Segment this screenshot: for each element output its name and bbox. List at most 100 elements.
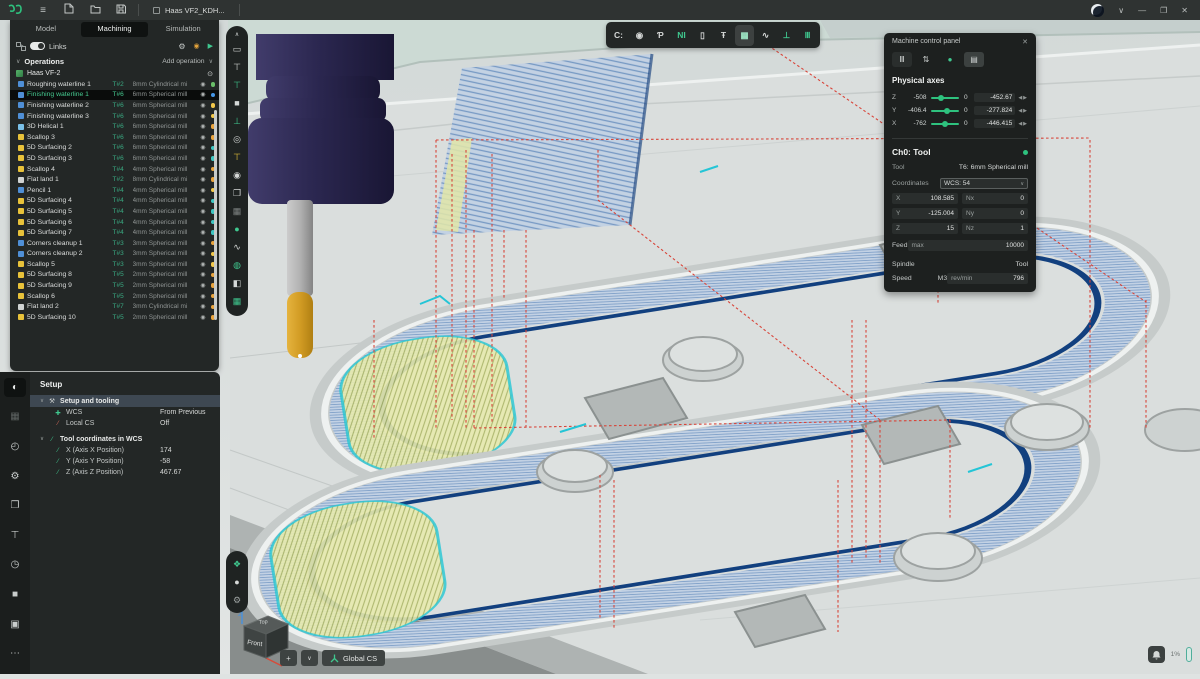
operation-row[interactable]: Flat land 1 T#2 8mm Cylindrical mi ◉	[10, 174, 219, 185]
frames-nav-icon[interactable]: ❐	[4, 496, 26, 515]
coordinate-row[interactable]: ∕ Y (Axis Y Position) -58	[30, 456, 220, 467]
setup-property-row[interactable]: ✚ WCS From Previous	[30, 407, 220, 418]
operation-row[interactable]: 5D Surfacing 6 T#4 4mm Spherical mill ◉	[10, 217, 219, 228]
add-operation-button[interactable]: Add operation	[162, 58, 204, 65]
tools-nav-icon[interactable]: ⊤	[4, 526, 26, 545]
speed-value-chip[interactable]: rev/min796	[947, 273, 1028, 284]
machine-control-icon[interactable]: ▦	[735, 25, 754, 46]
tool-visibility-icon[interactable]: ⊤	[226, 58, 248, 76]
tool-assembly-icon[interactable]: Ŧ	[714, 25, 733, 46]
new-file-icon[interactable]	[56, 3, 82, 17]
tab-model[interactable]: Model	[12, 22, 80, 37]
feed-value-chip[interactable]: max10000	[908, 240, 1029, 251]
visibility-eye-icon[interactable]: ◉	[199, 271, 208, 278]
visibility-eye-icon[interactable]: ◉	[199, 113, 208, 120]
restore-button[interactable]: ❐	[1160, 6, 1167, 15]
operation-row[interactable]: Scallop 3 T#6 6mm Spherical mill ◉	[10, 132, 219, 143]
document-tab[interactable]: Haas VF2_KDH...	[143, 0, 235, 20]
axis-step-buttons[interactable]: ◀▶	[1018, 121, 1028, 127]
toolpath-visibility-icon[interactable]: ⊤	[226, 76, 248, 94]
user-avatar[interactable]	[1091, 4, 1104, 17]
normal-chip[interactable]: Nz1	[962, 223, 1028, 234]
statistics-icon[interactable]: Ⅲ	[798, 25, 817, 46]
mcp-status-tab[interactable]: ●	[940, 52, 960, 67]
axis-chip[interactable]: Y-125.004	[892, 208, 958, 219]
operation-row[interactable]: Flat land 2 T#7 3mm Cylindrical mi ◉	[10, 301, 219, 312]
visibility-eye-icon[interactable]: ◉	[199, 166, 208, 173]
axis-slider[interactable]	[931, 97, 959, 99]
operation-row[interactable]: 5D Surfacing 9 T#5 2mm Spherical mill ◉	[10, 280, 219, 291]
visibility-eye-icon[interactable]: ◉	[199, 144, 208, 151]
material-removal-icon[interactable]: ◍	[226, 256, 248, 274]
operation-row[interactable]: Scallop 4 T#4 4mm Spherical mill ◉	[10, 164, 219, 175]
mcp-jog-tab[interactable]: ⇅	[916, 52, 936, 67]
visibility-eye-icon[interactable]: ◉	[199, 155, 208, 162]
machine-tree-item[interactable]: Haas VF-2 ⊙	[10, 68, 219, 79]
machine-code-icon[interactable]: C:	[609, 25, 628, 46]
save-icon[interactable]	[108, 4, 134, 17]
axis-position-value[interactable]: -277.824	[974, 106, 1015, 115]
app-logo[interactable]	[0, 4, 30, 16]
axis-step-buttons[interactable]: ◀▶	[1018, 108, 1028, 114]
collision-check-icon[interactable]: ●	[226, 220, 248, 238]
wcs-select[interactable]: WCS: 54 ∨	[940, 178, 1028, 189]
minimize-button[interactable]: —	[1138, 6, 1146, 15]
machine-nav-icon[interactable]: ▦	[4, 408, 26, 427]
mcp-registers-tab[interactable]: ▤	[964, 52, 984, 67]
visibility-eye-icon[interactable]: ◉	[199, 261, 208, 268]
add-cs-button[interactable]: +	[280, 650, 297, 666]
operations-scrollbar[interactable]	[214, 110, 217, 320]
axis-chip[interactable]: X108.585	[892, 193, 958, 204]
part-visibility-icon[interactable]: ⊥	[226, 112, 248, 130]
main-menu-button[interactable]: ≡	[30, 5, 56, 16]
axis-slider[interactable]	[931, 123, 959, 125]
normal-chip[interactable]: Nx0	[962, 193, 1028, 204]
visibility-eye-icon[interactable]: ◉	[199, 250, 208, 257]
tab-machining[interactable]: Machining	[81, 22, 149, 37]
visibility-eye-icon[interactable]: ◉	[199, 176, 208, 183]
operation-row[interactable]: 5D Surfacing 4 T#4 4mm Spherical mill ◉	[10, 196, 219, 207]
mcp-axes-tab[interactable]: Ⅲ	[892, 52, 912, 67]
setup-tooling-group[interactable]: ∨ ⚒ Setup and tooling	[30, 395, 220, 407]
operation-row[interactable]: Finishing waterline 2 T#6 6mm Spherical …	[10, 100, 219, 111]
visibility-eye-icon[interactable]: ◉	[199, 208, 208, 215]
axis-chip[interactable]: Z15	[892, 223, 958, 234]
operations-settings-icon[interactable]: ⚙	[178, 42, 185, 51]
holder-visibility-icon[interactable]: ◎	[226, 130, 248, 148]
visibility-eye-icon[interactable]: ◉	[199, 91, 208, 98]
fit-view-icon[interactable]: ❖	[233, 559, 241, 570]
visibility-eye-icon[interactable]: ◉	[199, 240, 208, 247]
stock-sim-icon[interactable]: ▯	[693, 25, 712, 46]
account-dropdown-icon[interactable]: ∨	[1118, 6, 1124, 15]
close-button[interactable]: ✕	[1181, 6, 1188, 15]
coordinate-row[interactable]: ∕ X (Axis X Position) 174	[30, 445, 220, 456]
operation-row[interactable]: 5D Surfacing 8 T#5 2mm Spherical mill ◉	[10, 270, 219, 281]
nc-interpreter-icon[interactable]: NI	[672, 25, 691, 46]
visibility-eye-icon[interactable]: ◉	[199, 303, 208, 310]
run-simulation-icon[interactable]: ▶	[208, 42, 213, 50]
setup-nav-icon[interactable]: ◐	[4, 378, 26, 397]
add-operation-dropdown-icon[interactable]: ∨	[209, 58, 213, 65]
tool-coordinates-group[interactable]: ∨ ∕ Tool coordinates in WCS	[30, 433, 220, 445]
tool-tip-icon[interactable]: ⊥	[777, 25, 796, 46]
operation-row[interactable]: 5D Surfacing 10 T#5 2mm Spherical mill ◉	[10, 312, 219, 323]
operation-row[interactable]: Roughing waterline 1 T#2 8mm Cylindrical…	[10, 79, 219, 90]
coordinate-row[interactable]: ∕ Z (Axis Z Position) 467.67	[30, 467, 220, 478]
visibility-eye-icon[interactable]: ◉	[199, 229, 208, 236]
operation-row[interactable]: Scallop 5 T#3 3mm Spherical mill ◉	[10, 259, 219, 270]
global-cs-button[interactable]: Global CS	[322, 650, 385, 666]
cs-dropdown-button[interactable]: ∨	[301, 650, 318, 666]
view-settings-icon[interactable]: ⚙	[233, 595, 241, 606]
machine-target-icon[interactable]: ⊙	[207, 70, 213, 78]
links-toggle[interactable]	[30, 42, 45, 50]
operation-row[interactable]: Corners cleanup 2 T#3 3mm Spherical mill…	[10, 249, 219, 260]
tab-simulation[interactable]: Simulation	[149, 22, 217, 37]
operation-row[interactable]: 5D Surfacing 5 T#4 4mm Spherical mill ◉	[10, 206, 219, 217]
operation-row[interactable]: 5D Surfacing 3 T#6 6mm Spherical mill ◉	[10, 153, 219, 164]
compare-icon[interactable]: ◧	[226, 274, 248, 292]
more-nav-icon[interactable]: ⋯	[4, 644, 26, 663]
analysis-table-icon[interactable]: ▦	[226, 292, 248, 310]
graphs-icon[interactable]: ∿	[756, 25, 775, 46]
fixtures-nav-icon[interactable]: ▣	[4, 615, 26, 634]
visibility-eye-icon[interactable]: ◉	[199, 282, 208, 289]
